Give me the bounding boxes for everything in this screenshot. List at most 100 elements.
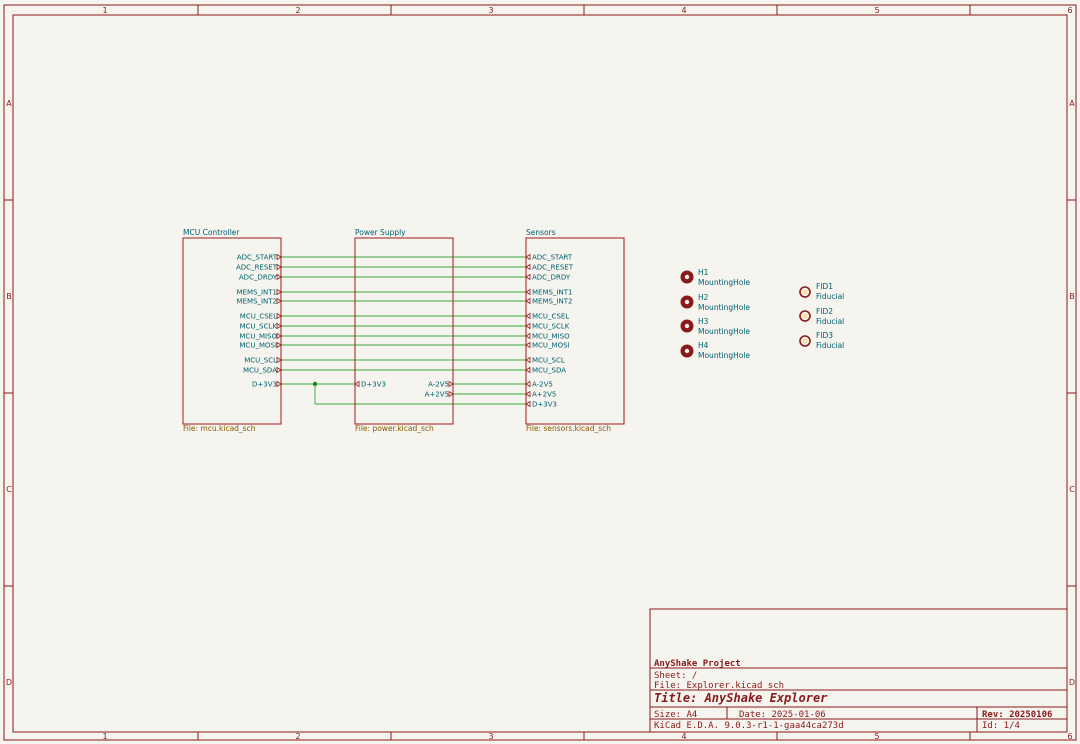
sheet-file: File: power.kicad_sch bbox=[355, 424, 434, 433]
sheet-pin-label[interactable]: A+2V5 bbox=[532, 391, 556, 399]
tb-rev: Rev: 20250106 bbox=[982, 710, 1052, 720]
sheet-pin-icon bbox=[276, 322, 282, 330]
row-label: D bbox=[1069, 678, 1075, 687]
component-ref: FID1 bbox=[816, 282, 833, 291]
column-labels-top: 1 2 3 4 5 6 bbox=[102, 6, 1072, 15]
sheet-pin-icon bbox=[525, 356, 531, 364]
col-label: 6 bbox=[1067, 732, 1072, 741]
sheet-pin-label[interactable]: ADC_DRDY bbox=[239, 274, 278, 282]
component-ref: H1 bbox=[698, 268, 709, 277]
sheet-pin-label[interactable]: MCU_MOSI bbox=[532, 342, 570, 350]
mounting-hole-h2[interactable]: H2 MountingHole bbox=[680, 293, 751, 312]
wires[interactable] bbox=[281, 256, 526, 405]
sheet-pin-label[interactable]: D+3V3 bbox=[532, 401, 557, 409]
schematic-canvas[interactable]: 1 2 3 4 5 6 1 2 3 4 5 6 A B C D A B C D bbox=[0, 0, 1080, 744]
sheet-pin-icon bbox=[448, 390, 454, 398]
sheet-pin-icon bbox=[276, 341, 282, 349]
col-label: 5 bbox=[874, 6, 879, 15]
sheet-pin-label[interactable]: D+3V3 bbox=[361, 381, 386, 389]
sheet-pin-icon bbox=[354, 380, 360, 388]
sheet-pin-label[interactable]: D+3V3 bbox=[252, 381, 277, 389]
sheet-pin-label[interactable]: MCU_SCLK bbox=[240, 323, 278, 331]
fiducials[interactable]: FID1 Fiducial FID2 Fiducial FID3 Fiducia… bbox=[799, 282, 844, 350]
sheet-pin-icon bbox=[525, 390, 531, 398]
sheet-power-supply[interactable]: Power Supply File: power.kicad_sch D+3V3… bbox=[354, 228, 454, 433]
sheet-pin-label[interactable]: MEMS_INT1 bbox=[532, 289, 572, 297]
sheet-pin-label[interactable]: A+2V5 bbox=[425, 391, 449, 399]
sheet-pin-label[interactable]: MCU_MISO bbox=[532, 333, 570, 341]
sheet-pin-label[interactable]: ADC_START bbox=[532, 254, 573, 262]
row-label: C bbox=[6, 485, 12, 494]
component-value: Fiducial bbox=[816, 317, 844, 326]
row-label: A bbox=[6, 99, 12, 108]
sheet-file: File: sensors.kicad_sch bbox=[526, 424, 611, 433]
sheet-name: Sensors bbox=[526, 228, 556, 237]
sheet-name: Power Supply bbox=[355, 228, 406, 237]
sheet-pin-label[interactable]: MEMS_INT1 bbox=[237, 289, 277, 297]
sheet-sensors[interactable]: Sensors File: sensors.kicad_sch ADC_STAR… bbox=[525, 228, 625, 433]
col-label: 2 bbox=[295, 6, 300, 15]
sheet-pin-icon bbox=[276, 288, 282, 296]
row-label: C bbox=[1069, 485, 1075, 494]
sheet-mcu-controller[interactable]: MCU Controller File: mcu.kicad_sch ADC_S… bbox=[182, 228, 282, 433]
sheet-pin-icon bbox=[525, 297, 531, 305]
sheet-pin-icon bbox=[276, 297, 282, 305]
sheet-pin-icon bbox=[525, 312, 531, 320]
sheet-pin-icon bbox=[276, 356, 282, 364]
sheet-pin-icon bbox=[448, 380, 454, 388]
mounting-hole-h1[interactable]: H1 MountingHole bbox=[680, 268, 751, 287]
tb-id: Id: 1/4 bbox=[982, 721, 1020, 731]
mounting-hole-h4[interactable]: H4 MountingHole bbox=[680, 341, 751, 360]
mounting-hole-h3[interactable]: H3 MountingHole bbox=[680, 317, 751, 336]
tb-tool: KiCad E.D.A. 9.0.3-r1-1-gaa44ca273d bbox=[654, 721, 844, 731]
component-ref: H4 bbox=[698, 341, 709, 350]
sheet-pin-icon bbox=[525, 253, 531, 261]
sheet-pin-label[interactable]: MCU_SDA bbox=[532, 367, 566, 375]
sheet-pin-label[interactable]: A-2V5 bbox=[532, 381, 553, 389]
sheet-pin-icon bbox=[525, 366, 531, 374]
sheet-pin-label[interactable]: MCU_CSEL bbox=[240, 313, 277, 321]
sheet-pin-label[interactable]: A-2V5 bbox=[428, 381, 449, 389]
col-label: 3 bbox=[488, 732, 493, 741]
row-label: B bbox=[6, 292, 12, 301]
sheet-pin-icon bbox=[525, 273, 531, 281]
sheet-pin-icon bbox=[276, 253, 282, 261]
sheet-pin-icon bbox=[525, 322, 531, 330]
sheet-pin-icon bbox=[525, 263, 531, 271]
sheet-pin-label[interactable]: MEMS_INT2 bbox=[532, 298, 572, 306]
sheet-pin-icon bbox=[276, 273, 282, 281]
component-value: Fiducial bbox=[816, 292, 844, 301]
sheet-pin-label[interactable]: MCU_SCLK bbox=[532, 323, 570, 331]
sheet-pin-label[interactable]: ADC_START bbox=[237, 254, 278, 262]
component-value: Fiducial bbox=[816, 341, 844, 350]
tb-file: File: Explorer.kicad_sch bbox=[654, 681, 784, 691]
sheet-pin-label[interactable]: MEMS_INT2 bbox=[237, 298, 277, 306]
sheet-pin-icon bbox=[525, 380, 531, 388]
sheet-pin-label[interactable]: ADC_RESET bbox=[236, 264, 278, 272]
sheet-pin-label[interactable]: MCU_SDA bbox=[243, 367, 277, 375]
fiducial-fid1[interactable]: FID1 Fiducial bbox=[799, 282, 844, 301]
row-label: B bbox=[1069, 292, 1075, 301]
sheet-pin-icon bbox=[525, 341, 531, 349]
sheet-pin-label[interactable]: ADC_RESET bbox=[532, 264, 574, 272]
sheet-pin-icon bbox=[276, 263, 282, 271]
mounting-holes[interactable]: H1 MountingHole H2 MountingHole H3 Mount… bbox=[680, 268, 751, 360]
sheet-pin-label[interactable]: MCU_SCL bbox=[244, 357, 277, 365]
sheet-pin-label[interactable]: MCU_MISO bbox=[239, 333, 277, 341]
sheet-pin-label[interactable]: ADC_DRDY bbox=[532, 274, 571, 282]
component-ref: FID2 bbox=[816, 307, 833, 316]
component-ref: FID3 bbox=[816, 331, 833, 340]
col-label: 2 bbox=[295, 732, 300, 741]
sheet-pin-label[interactable]: MCU_SCL bbox=[532, 357, 565, 365]
fiducial-fid3[interactable]: FID3 Fiducial bbox=[799, 331, 844, 350]
power-pins: D+3V3 A-2V5 A+2V5 bbox=[354, 380, 454, 399]
fiducial-fid2[interactable]: FID2 Fiducial bbox=[799, 307, 844, 326]
row-label: A bbox=[1069, 99, 1075, 108]
sheet-pin-label[interactable]: MCU_MOSI bbox=[239, 342, 277, 350]
component-value: MountingHole bbox=[698, 278, 750, 287]
sheet-pin-label[interactable]: MCU_CSEL bbox=[532, 313, 569, 321]
sheet-pin-icon bbox=[276, 380, 282, 388]
sheet-file: File: mcu.kicad_sch bbox=[183, 424, 256, 433]
col-label: 4 bbox=[681, 6, 686, 15]
sheet-name: MCU Controller bbox=[183, 228, 240, 237]
